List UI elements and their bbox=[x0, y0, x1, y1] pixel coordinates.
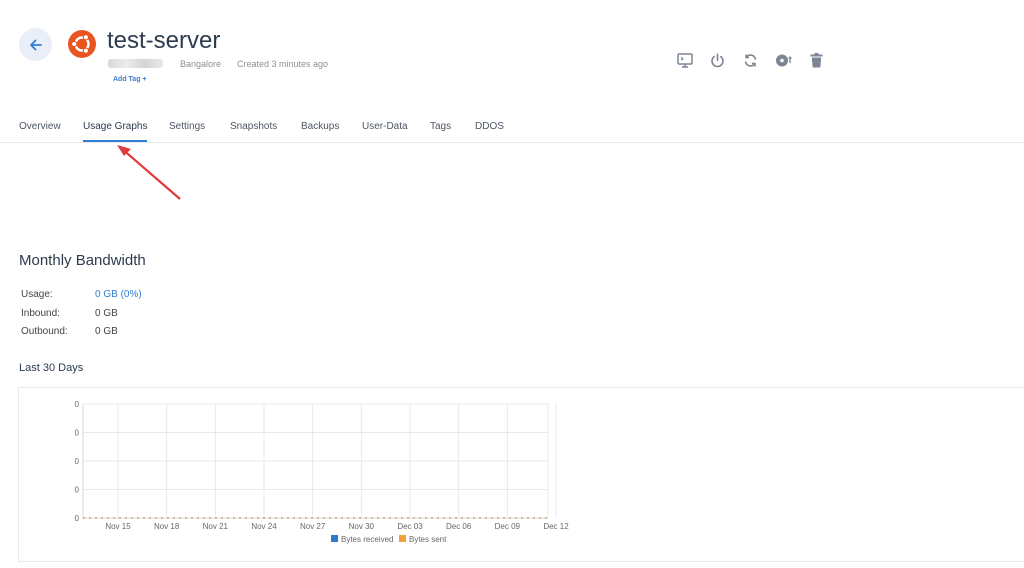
active-tab-indicator bbox=[83, 140, 147, 142]
y-tick-label: 0 bbox=[75, 400, 80, 409]
x-tick-label: Nov 24 bbox=[251, 522, 277, 531]
ip-address-redacted bbox=[108, 59, 163, 68]
y-tick-label: 0 bbox=[75, 514, 80, 523]
inbound-value: 0 GB bbox=[95, 308, 118, 319]
tab-settings[interactable]: Settings bbox=[169, 121, 205, 132]
bandwidth-chart: 0 0 0 0 0 Nov 15 Nov 18 Nov 21 Nov 24 Nov 27 Nov 3… bbox=[75, 400, 570, 544]
refresh-icon bbox=[744, 54, 757, 67]
x-tick-label: Nov 27 bbox=[300, 522, 326, 531]
y-tick-label: 0 bbox=[75, 457, 80, 466]
trash-icon bbox=[810, 53, 823, 68]
x-tick-label: Dec 06 bbox=[446, 522, 472, 531]
inbound-label: Inbound: bbox=[21, 308, 60, 319]
y-tick-label: 0 bbox=[75, 486, 80, 495]
x-tick-label: Nov 18 bbox=[154, 522, 180, 531]
server-actions bbox=[675, 51, 826, 70]
arrow-left-icon bbox=[29, 39, 42, 50]
outbound-label: Outbound: bbox=[21, 326, 68, 337]
back-button[interactable] bbox=[19, 28, 52, 61]
legend-swatch-bytes-received bbox=[331, 535, 338, 542]
x-tick-label: Dec 09 bbox=[495, 522, 521, 531]
tab-overview[interactable]: Overview bbox=[19, 121, 61, 132]
x-tick-label: Dec 12 bbox=[543, 522, 569, 531]
server-location: Bangalore bbox=[180, 59, 222, 69]
legend-label-bytes-received: Bytes received bbox=[341, 535, 393, 544]
add-tag-link[interactable]: Add Tag + bbox=[113, 76, 147, 83]
legend-label-bytes-sent: Bytes sent bbox=[409, 535, 447, 544]
power-button[interactable] bbox=[708, 51, 727, 70]
reboot-button[interactable] bbox=[741, 51, 760, 70]
monitor-icon bbox=[676, 53, 693, 68]
usage-value: 0 GB (0%) bbox=[95, 289, 142, 300]
created-time: Created 3 minutes ago bbox=[237, 59, 329, 69]
tab-snapshots[interactable]: Snapshots bbox=[230, 121, 277, 132]
reinstall-button[interactable] bbox=[774, 51, 793, 70]
last-30-days-title: Last 30 Days bbox=[19, 362, 84, 374]
console-button[interactable] bbox=[675, 51, 694, 70]
tab-ddos[interactable]: DDOS bbox=[475, 121, 504, 132]
legend-swatch-bytes-sent bbox=[399, 535, 406, 542]
x-tick-label: Nov 15 bbox=[105, 522, 131, 531]
usage-label: Usage: bbox=[21, 289, 53, 300]
power-icon bbox=[711, 53, 724, 68]
server-name: test-server bbox=[107, 27, 221, 54]
tab-usage-graphs[interactable]: Usage Graphs bbox=[83, 121, 147, 132]
disc-icon bbox=[776, 54, 792, 67]
x-tick-label: Nov 21 bbox=[203, 522, 229, 531]
y-tick-label: 0 bbox=[75, 429, 80, 438]
bandwidth-chart-panel: 0 0 0 0 0 Nov 15 Nov 18 Nov 21 Nov 24 Nov 27 Nov 3… bbox=[18, 387, 1024, 562]
tab-user-data[interactable]: User-Data bbox=[362, 121, 408, 132]
tab-backups[interactable]: Backups bbox=[301, 121, 339, 132]
x-tick-label: Nov 30 bbox=[349, 522, 375, 531]
monthly-bandwidth-title: Monthly Bandwidth bbox=[19, 252, 146, 269]
tab-bar: Overview Usage Graphs Settings Snapshots… bbox=[0, 112, 1024, 143]
delete-button[interactable] bbox=[807, 51, 826, 70]
x-tick-label: Dec 03 bbox=[397, 522, 423, 531]
tab-tags[interactable]: Tags bbox=[430, 121, 451, 132]
ubuntu-logo bbox=[68, 30, 96, 58]
outbound-value: 0 GB bbox=[95, 326, 118, 337]
